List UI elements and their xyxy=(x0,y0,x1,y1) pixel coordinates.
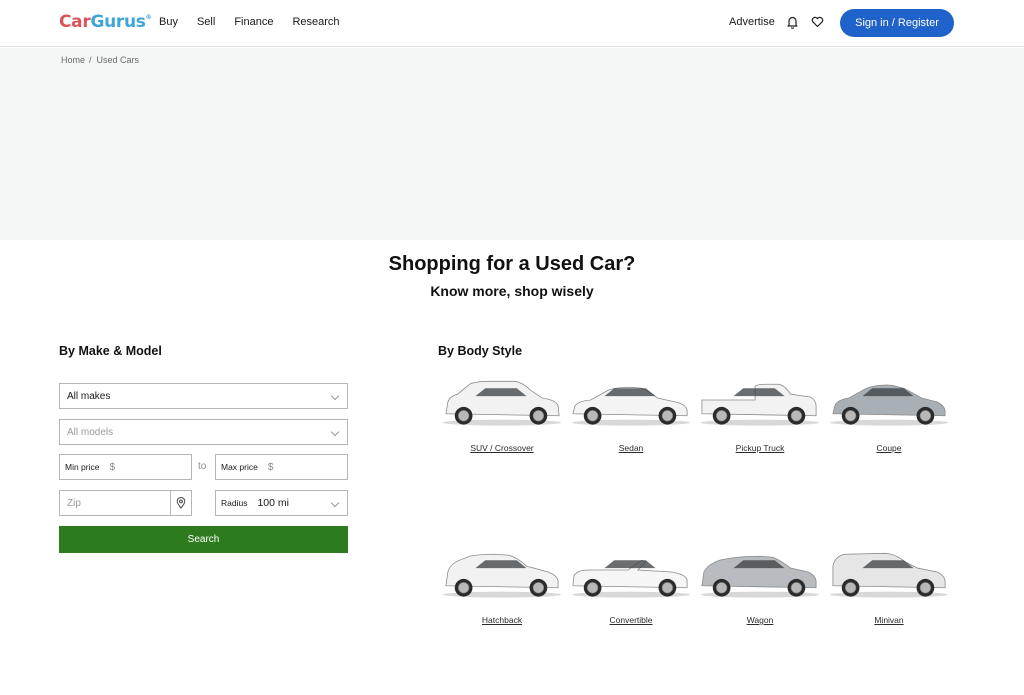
advertise-link[interactable]: Advertise xyxy=(729,16,775,28)
bell-icon[interactable] xyxy=(786,15,799,29)
make-select[interactable]: All makes xyxy=(59,383,348,409)
search-button[interactable]: Search xyxy=(59,526,348,553)
page-title: Shopping for a Used Car? xyxy=(388,253,636,275)
car-icon xyxy=(829,384,949,426)
price-range-separator: to xyxy=(198,461,207,472)
body-style-image[interactable] xyxy=(826,372,952,428)
main-nav: Buy Sell Finance Research xyxy=(159,16,359,28)
site-header: CarGurus® Buy Sell Finance Research Adve… xyxy=(0,0,1024,47)
nav-research[interactable]: Research xyxy=(292,16,339,28)
body-style-image[interactable] xyxy=(439,544,565,600)
body-style-link[interactable]: Coupe xyxy=(826,443,952,453)
sign-in-register-button[interactable]: Sign in / Register xyxy=(840,9,954,37)
chevron-down-icon xyxy=(330,427,340,437)
car-icon xyxy=(442,553,562,598)
nav-buy[interactable]: Buy xyxy=(159,16,178,28)
body-style-link[interactable]: Hatchback xyxy=(439,615,565,625)
location-pin-icon xyxy=(176,497,186,509)
heart-icon[interactable] xyxy=(811,16,824,28)
car-icon xyxy=(571,386,691,426)
page-subtitle: Know more, shop wisely xyxy=(430,283,594,299)
model-select[interactable]: All models xyxy=(59,419,348,445)
body-style-image[interactable] xyxy=(697,372,823,428)
body-style-heading: By Body Style xyxy=(438,344,523,358)
use-location-button[interactable] xyxy=(170,490,192,516)
ad-banner-area xyxy=(0,48,1024,240)
car-icon xyxy=(442,380,562,426)
car-icon xyxy=(829,552,949,598)
body-style-image[interactable] xyxy=(697,544,823,600)
body-style-image[interactable] xyxy=(568,544,694,600)
chevron-down-icon xyxy=(330,498,340,508)
make-model-heading: By Make & Model xyxy=(59,344,162,358)
max-price-input[interactable]: Max price $ xyxy=(215,454,348,480)
breadcrumb: Home / Used Cars xyxy=(61,55,139,65)
body-style-image[interactable] xyxy=(826,544,952,600)
breadcrumb-home[interactable]: Home xyxy=(61,55,85,65)
body-style-link[interactable]: Convertible xyxy=(568,615,694,625)
cargurus-logo[interactable]: CarGurus® xyxy=(59,12,152,32)
body-style-link[interactable]: Pickup Truck xyxy=(697,443,823,453)
nav-sell[interactable]: Sell xyxy=(197,16,215,28)
body-style-link[interactable]: Wagon xyxy=(697,615,823,625)
zip-input[interactable]: Zip xyxy=(59,490,171,516)
car-icon xyxy=(700,383,820,426)
breadcrumb-used-cars[interactable]: Used Cars xyxy=(97,55,140,65)
breadcrumb-separator: / xyxy=(89,55,92,65)
radius-select[interactable]: Radius 100 mi xyxy=(215,490,348,516)
nav-finance[interactable]: Finance xyxy=(234,16,273,28)
body-style-image[interactable] xyxy=(439,372,565,428)
body-style-link[interactable]: SUV / Crossover xyxy=(439,443,565,453)
body-style-link[interactable]: Minivan xyxy=(826,615,952,625)
chevron-down-icon xyxy=(330,391,340,401)
car-icon xyxy=(571,559,691,598)
car-icon xyxy=(700,555,820,598)
body-style-link[interactable]: Sedan xyxy=(568,443,694,453)
min-price-input[interactable]: Min price $ xyxy=(59,454,192,480)
body-style-image[interactable] xyxy=(568,372,694,428)
